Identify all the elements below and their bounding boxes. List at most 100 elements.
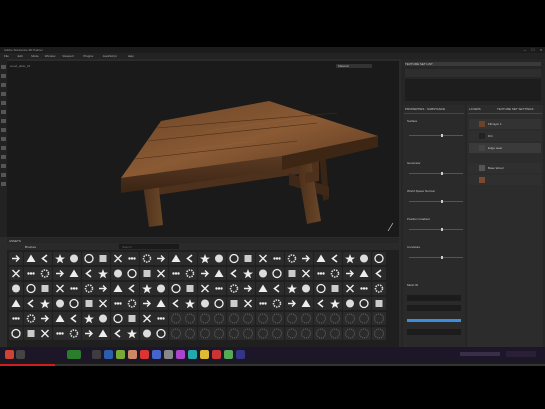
tool-button[interactable] xyxy=(1,128,6,132)
brush-preset-tile[interactable] xyxy=(67,297,81,310)
brush-preset-tile[interactable] xyxy=(342,312,357,325)
brush-preset-tile[interactable] xyxy=(23,327,38,340)
brush-preset-tile[interactable] xyxy=(125,312,139,325)
brush-preset-tile[interactable] xyxy=(38,282,52,295)
brush-preset-tile[interactable] xyxy=(81,267,96,280)
brush-preset-tile[interactable] xyxy=(284,327,299,340)
app-icon[interactable] xyxy=(212,350,221,359)
brush-preset-tile[interactable] xyxy=(168,282,183,295)
brush-preset-tile[interactable] xyxy=(328,252,342,265)
assets-search-input[interactable]: Search xyxy=(119,244,179,249)
brush-preset-tile[interactable] xyxy=(139,327,154,340)
app-icon[interactable] xyxy=(67,350,81,359)
brush-preset-tile[interactable] xyxy=(299,282,313,295)
brush-preset-tile[interactable] xyxy=(154,297,168,310)
app-icon[interactable] xyxy=(164,350,173,359)
app-icon[interactable] xyxy=(188,350,197,359)
brush-preset-tile[interactable] xyxy=(371,327,386,340)
brush-preset-tile[interactable] xyxy=(299,327,313,340)
brush-preset-tile[interactable] xyxy=(197,312,212,325)
brush-preset-tile[interactable] xyxy=(342,297,357,310)
brush-preset-tile[interactable] xyxy=(168,267,183,280)
layer-row[interactable]: Fill layer 1 xyxy=(469,119,541,129)
layer-row[interactable]: Edge wear xyxy=(469,143,541,153)
brush-preset-tile[interactable] xyxy=(371,312,386,325)
brush-preset-tile[interactable] xyxy=(371,267,386,280)
mesh-id-field[interactable] xyxy=(407,329,461,335)
brush-preset-tile[interactable] xyxy=(255,297,270,310)
brush-preset-tile[interactable] xyxy=(154,267,168,280)
brush-preset-tile[interactable] xyxy=(23,267,38,280)
video-progress-bar[interactable] xyxy=(0,364,545,366)
brush-preset-tile[interactable] xyxy=(168,297,183,310)
brush-preset-tile[interactable] xyxy=(139,267,154,280)
brush-preset-tile[interactable] xyxy=(110,312,125,325)
brush-preset-tile[interactable] xyxy=(96,267,110,280)
layer-row[interactable]: Base Wood xyxy=(469,163,541,173)
layer-row[interactable] xyxy=(469,175,541,185)
brush-preset-tile[interactable] xyxy=(284,297,299,310)
brush-preset-tile[interactable] xyxy=(52,282,67,295)
brush-preset-tile[interactable] xyxy=(212,282,226,295)
mesh-id-field[interactable] xyxy=(407,295,461,301)
brush-preset-tile[interactable] xyxy=(313,252,328,265)
brush-preset-tile[interactable] xyxy=(342,252,357,265)
brush-preset-tile[interactable] xyxy=(328,282,342,295)
brush-preset-tile[interactable] xyxy=(183,267,197,280)
tool-button[interactable] xyxy=(1,74,6,78)
menu-item[interactable]: Plugins xyxy=(83,54,93,58)
brush-preset-tile[interactable] xyxy=(110,252,125,265)
brush-preset-tile[interactable] xyxy=(255,312,270,325)
brush-preset-tile[interactable] xyxy=(328,327,342,340)
brush-preset-tile[interactable] xyxy=(67,282,81,295)
brush-preset-tile[interactable] xyxy=(110,297,125,310)
brush-preset-tile[interactable] xyxy=(67,327,81,340)
brush-preset-tile[interactable] xyxy=(328,297,342,310)
brush-preset-tile[interactable] xyxy=(241,252,255,265)
section-mesh-id[interactable]: Mesh ID xyxy=(407,283,418,287)
tab-texture-set-settings[interactable]: TEXTURE SET SETTINGS xyxy=(497,107,533,111)
tool-button[interactable] xyxy=(1,173,6,177)
brush-preset-tile[interactable] xyxy=(241,327,255,340)
section-surface[interactable]: Surface xyxy=(407,119,417,123)
tool-button[interactable] xyxy=(1,137,6,141)
brush-preset-tile[interactable] xyxy=(270,327,284,340)
brush-preset-tile[interactable] xyxy=(226,282,241,295)
tool-button[interactable] xyxy=(1,92,6,96)
brush-preset-tile[interactable] xyxy=(125,252,139,265)
menu-item[interactable]: File xyxy=(4,54,9,58)
brush-preset-tile[interactable] xyxy=(255,327,270,340)
slider[interactable] xyxy=(409,256,463,259)
brush-preset-tile[interactable] xyxy=(154,327,168,340)
app-icon[interactable] xyxy=(236,350,245,359)
brush-preset-tile[interactable] xyxy=(241,297,255,310)
brush-preset-tile[interactable] xyxy=(226,252,241,265)
brush-preset-tile[interactable] xyxy=(52,327,67,340)
brush-preset-tile[interactable] xyxy=(255,267,270,280)
brush-preset-tile[interactable] xyxy=(81,297,96,310)
brush-preset-tile[interactable] xyxy=(52,252,67,265)
tab-layers[interactable]: LAYERS xyxy=(469,107,481,111)
brush-preset-tile[interactable] xyxy=(81,312,96,325)
brush-preset-tile[interactable] xyxy=(270,297,284,310)
brush-preset-tile[interactable] xyxy=(9,252,23,265)
brush-preset-tile[interactable] xyxy=(23,312,38,325)
brush-preset-tile[interactable] xyxy=(357,267,371,280)
brush-preset-tile[interactable] xyxy=(197,297,212,310)
brush-preset-tile[interactable] xyxy=(226,297,241,310)
brush-preset-tile[interactable] xyxy=(125,282,139,295)
brush-preset-tile[interactable] xyxy=(270,312,284,325)
brush-preset-tile[interactable] xyxy=(110,282,125,295)
brush-preset-tile[interactable] xyxy=(284,282,299,295)
brush-preset-tile[interactable] xyxy=(226,312,241,325)
menu-item[interactable]: Window xyxy=(45,54,56,58)
brush-preset-tile[interactable] xyxy=(299,297,313,310)
app-icon[interactable] xyxy=(152,350,161,359)
brush-preset-tile[interactable] xyxy=(284,252,299,265)
brush-preset-tile[interactable] xyxy=(9,327,23,340)
slider[interactable] xyxy=(409,134,463,137)
tool-button[interactable] xyxy=(1,83,6,87)
brush-preset-tile[interactable] xyxy=(342,282,357,295)
tool-button[interactable] xyxy=(1,101,6,105)
brush-preset-tile[interactable] xyxy=(125,267,139,280)
